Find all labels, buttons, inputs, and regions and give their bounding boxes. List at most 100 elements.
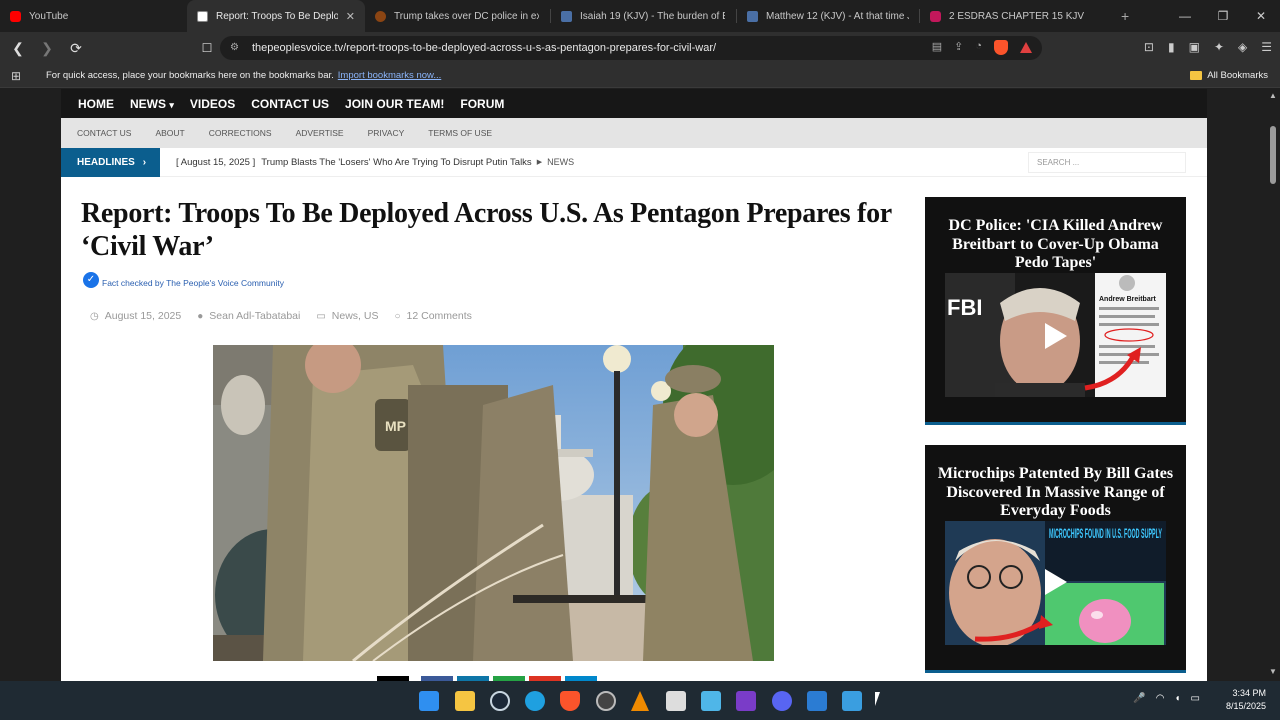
vlc-icon[interactable] xyxy=(631,691,649,711)
nav-news[interactable]: NEWS ▾ xyxy=(130,97,174,111)
store-icon[interactable] xyxy=(666,691,686,711)
site-info-icon[interactable]: ⚙ xyxy=(230,42,242,54)
brave-icon[interactable] xyxy=(560,691,580,711)
forward-icon[interactable]: ❯ xyxy=(35,40,59,57)
url-text: thepeoplesvoice.tv/report-troops-to-be-d… xyxy=(252,42,717,54)
brave-rewards-icon[interactable] xyxy=(1020,42,1032,53)
wallet-icon[interactable]: ▣ xyxy=(1189,40,1200,54)
search-input[interactable]: SEARCH ... xyxy=(1028,152,1186,173)
discord-icon[interactable] xyxy=(772,691,792,711)
headlines-label-text: HEADLINES xyxy=(77,156,135,168)
steam-icon[interactable] xyxy=(490,691,510,711)
tab-isaiah[interactable]: Isaiah 19 (KJV) - The burden of Eg xyxy=(551,0,736,32)
microphone-icon[interactable]: 🎤 xyxy=(1133,693,1145,704)
tab-strip: YouTube Report: Troops To Be Deploye ✕ T… xyxy=(0,0,1280,32)
tab-youtube[interactable]: YouTube xyxy=(0,0,175,32)
play-button-icon[interactable] xyxy=(1045,569,1067,595)
all-bookmarks-label: All Bookmarks xyxy=(1207,70,1268,81)
promo-title: DC Police: 'CIA Killed Andrew Breitbart … xyxy=(948,217,1163,271)
main-nav: HOME NEWS ▾ VIDEOS CONTACT US JOIN OUR T… xyxy=(61,89,1207,118)
tab-title: Isaiah 19 (KJV) - The burden of Eg xyxy=(580,10,725,22)
wifi-icon[interactable]: ◠ xyxy=(1156,693,1165,704)
volume-icon[interactable]: ◖ xyxy=(1175,693,1181,704)
extensions-icon[interactable]: ⊡ xyxy=(1144,40,1154,54)
file-explorer-icon[interactable] xyxy=(455,691,475,711)
subnav-about[interactable]: ABOUT xyxy=(155,128,184,138)
scroll-down-icon[interactable]: ▼ xyxy=(1269,667,1277,676)
sidebar-promo-video-1[interactable]: DC Police: 'CIA Killed Andrew Breitbart … xyxy=(925,197,1186,425)
reload-icon[interactable]: ⟳ xyxy=(64,40,88,57)
word-icon[interactable] xyxy=(807,691,827,711)
address-bar-actions: ▤ ⇪ ◔ xyxy=(932,40,1032,55)
chevron-right-icon: › xyxy=(142,156,147,168)
window-controls: — ❐ ✕ xyxy=(1166,0,1280,32)
tab-active-article[interactable]: Report: Troops To Be Deploye ✕ xyxy=(187,0,365,32)
fact-check-text: Fact checked by The People's Voice Commu… xyxy=(102,278,284,288)
page-scrollbar[interactable]: ▲ ▼ xyxy=(1266,89,1280,681)
fact-check-badge[interactable]: ✓ Fact checked by The People's Voice Com… xyxy=(83,272,284,288)
nav-contact-us[interactable]: CONTACT US xyxy=(251,97,329,111)
clipchamp-icon[interactable] xyxy=(736,691,756,711)
article-title: Report: Troops To Be Deployed Across U.S… xyxy=(81,198,892,262)
reader-mode-icon[interactable]: ▤ xyxy=(932,40,942,55)
tab-matthew[interactable]: Matthew 12 (KJV) - At that time Je xyxy=(737,0,919,32)
tab-title: YouTube xyxy=(29,10,69,22)
article-comments[interactable]: 12 Comments xyxy=(407,310,472,322)
bible-favicon xyxy=(747,10,758,22)
play-button-icon[interactable] xyxy=(1045,323,1067,349)
troops-capitol-photo: MP xyxy=(213,345,774,661)
tab-esdras[interactable]: 2 ESDRAS CHAPTER 15 KJV xyxy=(920,0,1085,32)
battery-icon[interactable]: ▭ xyxy=(1191,693,1200,704)
scrollbar-thumb[interactable] xyxy=(1270,126,1276,184)
comment-icon: ○ xyxy=(394,310,401,322)
taskbar-clock[interactable]: 3:34 PM 8/15/2025 xyxy=(1226,687,1266,713)
menu-icon[interactable]: ☰ xyxy=(1261,40,1272,54)
scroll-up-icon[interactable]: ▲ xyxy=(1269,91,1277,100)
nav-join-our-team[interactable]: JOIN OUR TEAM! xyxy=(345,97,444,111)
nav-videos[interactable]: VIDEOS xyxy=(190,97,235,111)
leo-ai-icon[interactable]: ✦ xyxy=(1214,40,1224,54)
nav-forum[interactable]: FORUM xyxy=(460,97,504,111)
promo2-overlay: MICROCHIPS FOUND IN U.S. FOOD SUPPLY xyxy=(1049,525,1162,541)
apps-grid-icon[interactable]: ⊞ xyxy=(0,69,32,83)
rss-icon[interactable]: ◔ xyxy=(975,40,982,55)
bible-favicon xyxy=(561,10,572,22)
article-date: August 15, 2025 xyxy=(104,310,182,322)
sidebar-icon[interactable]: ▮ xyxy=(1168,40,1175,54)
close-window-icon[interactable]: ✕ xyxy=(1242,0,1280,32)
new-tab-button[interactable]: + xyxy=(1121,8,1129,24)
nav-home[interactable]: HOME xyxy=(78,97,114,111)
back-icon[interactable]: ❮ xyxy=(6,40,30,57)
svg-text:MP: MP xyxy=(385,418,406,434)
chrome-icon[interactable] xyxy=(596,691,616,711)
article-categories[interactable]: News, US xyxy=(332,310,379,322)
subnav-terms[interactable]: TERMS OF USE xyxy=(428,128,492,138)
sidebar-promo-video-2[interactable]: Microchips Patented By Bill Gates Discov… xyxy=(925,445,1186,673)
esdras-favicon xyxy=(930,10,941,22)
page-viewport: HOME NEWS ▾ VIDEOS CONTACT US JOIN OUR T… xyxy=(0,89,1280,681)
article-author[interactable]: Sean Adl-Tabatabai xyxy=(209,310,300,322)
start-icon[interactable] xyxy=(419,691,439,711)
tab-trump-dc[interactable]: Trump takes over DC police in ext xyxy=(365,0,550,32)
all-bookmarks-button[interactable]: All Bookmarks xyxy=(1190,70,1268,81)
vpn-icon[interactable]: ◈ xyxy=(1238,40,1247,54)
address-bar[interactable]: ⚙ thepeoplesvoice.tv/report-troops-to-be… xyxy=(220,36,1042,60)
bookmark-page-icon[interactable]: ☐ xyxy=(195,41,219,55)
notepad-icon[interactable] xyxy=(701,691,721,711)
close-tab-icon[interactable]: ✕ xyxy=(346,10,355,23)
subnav-advertise[interactable]: ADVERTISE xyxy=(296,128,344,138)
headline-link[interactable]: Trump Blasts The 'Losers' Who Are Trying… xyxy=(261,157,531,168)
headline-category[interactable]: NEWS xyxy=(547,157,574,167)
share-icon[interactable]: ⇪ xyxy=(954,40,963,55)
import-bookmarks-link[interactable]: Import bookmarks now... xyxy=(338,70,441,81)
photos-icon[interactable] xyxy=(842,691,862,711)
tab-title: Matthew 12 (KJV) - At that time Je xyxy=(766,10,909,22)
promo1-name: Andrew Breitbart xyxy=(1099,296,1156,303)
edge-icon[interactable] xyxy=(525,691,545,711)
subnav-corrections[interactable]: CORRECTIONS xyxy=(209,128,272,138)
restore-icon[interactable]: ❐ xyxy=(1204,0,1242,32)
brave-shields-icon[interactable] xyxy=(994,40,1008,55)
minimize-icon[interactable]: — xyxy=(1166,0,1204,32)
subnav-contact-us[interactable]: CONTACT US xyxy=(77,128,131,138)
subnav-privacy[interactable]: PRIVACY xyxy=(368,128,405,138)
